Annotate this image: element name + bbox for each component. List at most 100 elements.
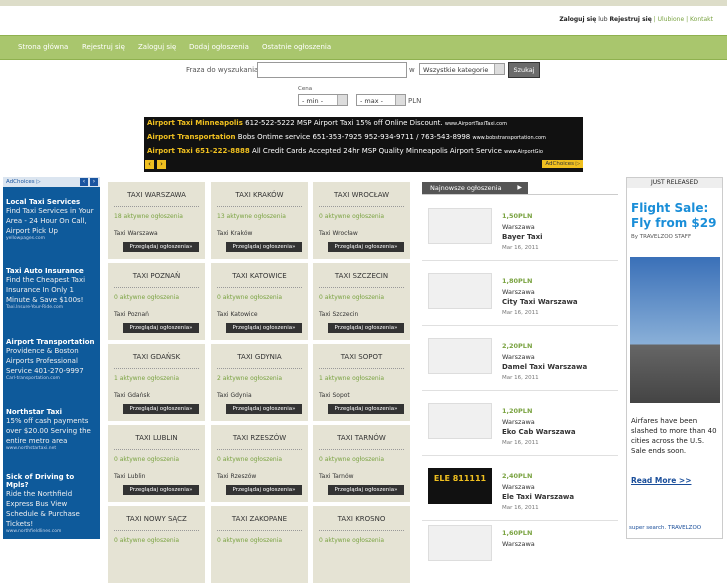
ad-item[interactable]: Taxi Auto Insurance Find the Cheapest Tax… — [6, 267, 98, 310]
category-title[interactable]: TAXI NOWY SĄCZ — [108, 515, 205, 523]
category-count: 0 aktywne ogłoszenia — [217, 294, 283, 301]
listing-item[interactable]: 2,20PLN Warszawa Damel Taxi Warszawa Mar… — [422, 330, 618, 392]
category-count: 18 aktywne ogłoszenia — [114, 213, 183, 220]
category-count: 0 aktywne ogłoszenia — [319, 294, 385, 301]
listing-price: 1,80PLN — [502, 277, 533, 285]
chevron-down-icon — [494, 64, 504, 74]
listing-thumbnail[interactable] — [428, 338, 492, 374]
prev-icon[interactable]: ‹ — [80, 178, 88, 186]
ad-headline[interactable]: Flight Sale: Fly from $29 — [631, 201, 722, 231]
listing-title[interactable]: Damel Taxi Warszawa — [502, 363, 587, 371]
adchoices-header: AdChoices ▷ ‹ › — [3, 177, 100, 187]
listing-item[interactable]: ELE 811111 2,40PLN Warszawa Ele Taxi War… — [422, 460, 618, 522]
category-title[interactable]: TAXI WROCŁAW — [313, 191, 410, 199]
chevron-down-icon — [337, 95, 347, 105]
search-button[interactable]: Szukaj — [508, 62, 540, 78]
category-title[interactable]: TAXI RZESZÓW — [211, 434, 308, 442]
category-city[interactable]: Taxi Szczecin — [319, 311, 358, 318]
listing-thumbnail[interactable] — [428, 273, 492, 309]
browse-button[interactable]: Przeglądaj ogłoszenia» — [226, 242, 302, 252]
listing-price: 1,20PLN — [502, 407, 533, 415]
contact-link[interactable]: Kontakt — [690, 16, 713, 23]
browse-button[interactable]: Przeglądaj ogłoszenia» — [328, 242, 404, 252]
browse-button[interactable]: Przeglądaj ogłoszenia» — [328, 485, 404, 495]
ad-item[interactable]: Airport Transportation Providence & Bosto… — [6, 338, 98, 381]
nav-add-ad[interactable]: Dodaj ogłoszenia — [189, 43, 249, 51]
category-title[interactable]: TAXI ZAKOPANE — [211, 515, 308, 523]
category-title[interactable]: TAXI GDYNIA — [211, 353, 308, 361]
browse-button[interactable]: Przeglądaj ogłoszenia» — [226, 485, 302, 495]
listing-item[interactable]: 1,50PLN Warszawa Bayer Taxi Mar 16, 2011 — [422, 200, 618, 262]
listing-title[interactable]: Ele Taxi Warszawa — [502, 493, 574, 501]
listing-item[interactable]: 1,20PLN Warszawa Eko Cab Warszawa Mar 16… — [422, 395, 618, 457]
browse-button[interactable]: Przeglądaj ogłoszenia» — [123, 323, 199, 333]
browse-button[interactable]: Przeglądaj ogłoszenia» — [328, 323, 404, 333]
ad-row[interactable]: Airport Taxi Minneapolis 612-522-5222 MS… — [147, 119, 507, 127]
category-city[interactable]: Taxi Poznań — [114, 311, 149, 318]
ad-row[interactable]: Airport Transportation Bobs Ontime servi… — [147, 133, 546, 141]
category-city[interactable]: Taxi Katowice — [217, 311, 258, 318]
category-city[interactable]: Taxi Wrocław — [319, 230, 358, 237]
category-city[interactable]: Taxi Sopot — [319, 392, 350, 399]
right-ad[interactable]: JUST RELEASED Flight Sale: Fly from $29 … — [626, 177, 723, 539]
category-title[interactable]: TAXI KATOWICE — [211, 272, 308, 280]
category-select[interactable]: Wszystkie kategorie — [419, 63, 505, 75]
category-city[interactable]: Taxi Gdynia — [217, 392, 252, 399]
category-title[interactable]: TAXI TARNÓW — [313, 434, 410, 442]
nav-home[interactable]: Strona główna — [18, 43, 68, 51]
listing-price: 2,40PLN — [502, 472, 533, 480]
listing-title[interactable]: Eko Cab Warszawa — [502, 428, 576, 436]
nav-latest[interactable]: Ostatnie ogłoszenia — [262, 43, 331, 51]
read-more-link[interactable]: Read More >> — [631, 476, 691, 485]
category-title[interactable]: TAXI WARSZAWA — [108, 191, 205, 199]
category-title[interactable]: TAXI SZCZECIN — [313, 272, 410, 280]
browse-button[interactable]: Przeglądaj ogłoszenia» — [226, 404, 302, 414]
listing-thumbnail[interactable] — [428, 403, 492, 439]
category-title[interactable]: TAXI LUBLIN — [108, 434, 205, 442]
ad-item[interactable]: Sick of Driving to Mpls? Ride the Northfi… — [6, 473, 98, 534]
price-max-select[interactable]: - max - — [356, 94, 406, 106]
price-min-select[interactable]: - min - — [298, 94, 348, 106]
category-title[interactable]: TAXI KRAKÓW — [211, 191, 308, 199]
ad-row[interactable]: Airport Taxi 651-222-8888 All Credit Car… — [147, 147, 543, 155]
category-title[interactable]: TAXI KROSNO — [313, 515, 410, 523]
top-stripe — [0, 0, 727, 6]
category-title[interactable]: TAXI SOPOT — [313, 353, 410, 361]
category-city[interactable]: Taxi Lublin — [114, 473, 145, 480]
next-ad-icon[interactable]: › — [157, 160, 166, 169]
nav-login[interactable]: Zaloguj się — [138, 43, 176, 51]
airplane-photo — [630, 257, 720, 403]
browse-button[interactable]: Przeglądaj ogłoszenia» — [123, 404, 199, 414]
next-icon[interactable]: › — [90, 178, 98, 186]
listing-title[interactable]: City Taxi Warszawa — [502, 298, 578, 306]
browse-button[interactable]: Przeglądaj ogłoszenia» — [328, 404, 404, 414]
listing-thumbnail[interactable] — [428, 525, 492, 561]
category-city[interactable]: Taxi Rzeszów — [217, 473, 256, 480]
listing-city: Warszawa — [502, 223, 535, 231]
listing-title[interactable]: Bayer Taxi — [502, 233, 543, 241]
prev-ad-icon[interactable]: ‹ — [145, 160, 154, 169]
register-link[interactable]: Rejestruj się — [609, 16, 651, 23]
ad-item[interactable]: Northstar Taxi 15% off cash payments over… — [6, 408, 98, 451]
category-city[interactable]: Taxi Gdańsk — [114, 392, 150, 399]
category-title[interactable]: TAXI GDAŃSK — [108, 353, 205, 361]
browse-button[interactable]: Przeglądaj ogłoszenia» — [123, 242, 199, 252]
left-ad[interactable]: AdChoices ▷ ‹ › Local Taxi Services Find … — [3, 177, 100, 539]
search-input[interactable] — [257, 62, 407, 78]
top-ad-banner[interactable]: Airport Taxi Minneapolis 612-522-5222 MS… — [144, 117, 583, 172]
login-link[interactable]: Zaloguj się — [559, 16, 596, 23]
category-city[interactable]: Taxi Kraków — [217, 230, 252, 237]
ad-item[interactable]: Local Taxi Services Find Taxi Services in… — [6, 198, 98, 241]
category-city[interactable]: Taxi Warszawa — [114, 230, 158, 237]
category-title[interactable]: TAXI POZNAŃ — [108, 272, 205, 280]
adchoices-badge[interactable]: AdChoices ▷ — [542, 160, 583, 168]
favourites-link[interactable]: Ulubione — [658, 16, 685, 23]
browse-button[interactable]: Przeglądaj ogłoszenia» — [123, 485, 199, 495]
nav-register[interactable]: Rejestruj się — [82, 43, 125, 51]
category-city[interactable]: Taxi Tarnów — [319, 473, 354, 480]
listing-thumbnail[interactable]: ELE 811111 — [428, 468, 492, 504]
browse-button[interactable]: Przeglądaj ogłoszenia» — [226, 323, 302, 333]
listing-thumbnail[interactable] — [428, 208, 492, 244]
listing-item[interactable]: 1,80PLN Warszawa City Taxi Warszawa Mar … — [422, 265, 618, 327]
listing-item[interactable]: 1,60PLN Warszawa — [422, 517, 618, 579]
